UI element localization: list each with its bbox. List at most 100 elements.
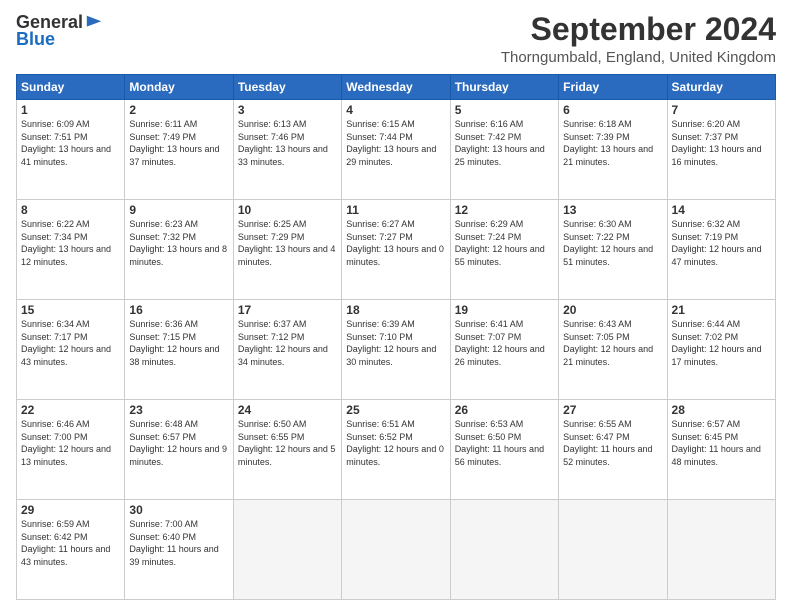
- calendar-cell: 10Sunrise: 6:25 AMSunset: 7:29 PMDayligh…: [233, 200, 341, 300]
- calendar-cell: [667, 500, 775, 600]
- calendar-cell: [342, 500, 450, 600]
- day-number: 2: [129, 103, 228, 117]
- day-number: 3: [238, 103, 337, 117]
- day-info: Sunrise: 6:53 AMSunset: 6:50 PMDaylight:…: [455, 418, 554, 468]
- day-info: Sunrise: 6:46 AMSunset: 7:00 PMDaylight:…: [21, 418, 120, 468]
- calendar-cell: 26Sunrise: 6:53 AMSunset: 6:50 PMDayligh…: [450, 400, 558, 500]
- calendar-cell: 29Sunrise: 6:59 AMSunset: 6:42 PMDayligh…: [17, 500, 125, 600]
- day-info: Sunrise: 7:00 AMSunset: 6:40 PMDaylight:…: [129, 518, 228, 568]
- day-number: 15: [21, 303, 120, 317]
- day-info: Sunrise: 6:25 AMSunset: 7:29 PMDaylight:…: [238, 218, 337, 268]
- calendar-cell: 8Sunrise: 6:22 AMSunset: 7:34 PMDaylight…: [17, 200, 125, 300]
- day-header-monday: Monday: [125, 75, 233, 100]
- day-header-sunday: Sunday: [17, 75, 125, 100]
- day-info: Sunrise: 6:16 AMSunset: 7:42 PMDaylight:…: [455, 118, 554, 168]
- page: General Blue September 2024 Thorngumbald…: [0, 0, 792, 612]
- calendar-cell: 9Sunrise: 6:23 AMSunset: 7:32 PMDaylight…: [125, 200, 233, 300]
- logo: General Blue: [16, 12, 103, 50]
- day-info: Sunrise: 6:23 AMSunset: 7:32 PMDaylight:…: [129, 218, 228, 268]
- location: Thorngumbald, England, United Kingdom: [501, 49, 776, 66]
- day-info: Sunrise: 6:09 AMSunset: 7:51 PMDaylight:…: [21, 118, 120, 168]
- calendar-week-row: 29Sunrise: 6:59 AMSunset: 6:42 PMDayligh…: [17, 500, 776, 600]
- calendar-table: SundayMondayTuesdayWednesdayThursdayFrid…: [16, 74, 776, 600]
- calendar-cell: 15Sunrise: 6:34 AMSunset: 7:17 PMDayligh…: [17, 300, 125, 400]
- day-info: Sunrise: 6:15 AMSunset: 7:44 PMDaylight:…: [346, 118, 445, 168]
- day-info: Sunrise: 6:39 AMSunset: 7:10 PMDaylight:…: [346, 318, 445, 368]
- calendar-cell: 6Sunrise: 6:18 AMSunset: 7:39 PMDaylight…: [559, 100, 667, 200]
- calendar-cell: 14Sunrise: 6:32 AMSunset: 7:19 PMDayligh…: [667, 200, 775, 300]
- day-header-friday: Friday: [559, 75, 667, 100]
- day-number: 23: [129, 403, 228, 417]
- day-number: 9: [129, 203, 228, 217]
- day-info: Sunrise: 6:36 AMSunset: 7:15 PMDaylight:…: [129, 318, 228, 368]
- day-info: Sunrise: 6:43 AMSunset: 7:05 PMDaylight:…: [563, 318, 662, 368]
- day-number: 5: [455, 103, 554, 117]
- day-number: 20: [563, 303, 662, 317]
- day-info: Sunrise: 6:37 AMSunset: 7:12 PMDaylight:…: [238, 318, 337, 368]
- logo-blue-text: Blue: [16, 29, 55, 50]
- calendar-cell: 19Sunrise: 6:41 AMSunset: 7:07 PMDayligh…: [450, 300, 558, 400]
- logo-flag-icon: [85, 14, 103, 32]
- calendar-cell: 18Sunrise: 6:39 AMSunset: 7:10 PMDayligh…: [342, 300, 450, 400]
- day-header-thursday: Thursday: [450, 75, 558, 100]
- calendar-cell: 13Sunrise: 6:30 AMSunset: 7:22 PMDayligh…: [559, 200, 667, 300]
- calendar-cell: [233, 500, 341, 600]
- day-info: Sunrise: 6:51 AMSunset: 6:52 PMDaylight:…: [346, 418, 445, 468]
- day-info: Sunrise: 6:50 AMSunset: 6:55 PMDaylight:…: [238, 418, 337, 468]
- month-title: September 2024: [501, 12, 776, 47]
- day-number: 1: [21, 103, 120, 117]
- day-number: 21: [672, 303, 771, 317]
- day-number: 16: [129, 303, 228, 317]
- day-number: 19: [455, 303, 554, 317]
- day-number: 28: [672, 403, 771, 417]
- calendar-cell: [450, 500, 558, 600]
- calendar-cell: 2Sunrise: 6:11 AMSunset: 7:49 PMDaylight…: [125, 100, 233, 200]
- day-info: Sunrise: 6:55 AMSunset: 6:47 PMDaylight:…: [563, 418, 662, 468]
- calendar-cell: 3Sunrise: 6:13 AMSunset: 7:46 PMDaylight…: [233, 100, 341, 200]
- day-number: 26: [455, 403, 554, 417]
- calendar-cell: 17Sunrise: 6:37 AMSunset: 7:12 PMDayligh…: [233, 300, 341, 400]
- day-info: Sunrise: 6:27 AMSunset: 7:27 PMDaylight:…: [346, 218, 445, 268]
- day-number: 29: [21, 503, 120, 517]
- day-number: 22: [21, 403, 120, 417]
- calendar-cell: 16Sunrise: 6:36 AMSunset: 7:15 PMDayligh…: [125, 300, 233, 400]
- calendar-cell: 28Sunrise: 6:57 AMSunset: 6:45 PMDayligh…: [667, 400, 775, 500]
- calendar-cell: [559, 500, 667, 600]
- calendar-cell: 25Sunrise: 6:51 AMSunset: 6:52 PMDayligh…: [342, 400, 450, 500]
- day-info: Sunrise: 6:30 AMSunset: 7:22 PMDaylight:…: [563, 218, 662, 268]
- calendar-week-row: 1Sunrise: 6:09 AMSunset: 7:51 PMDaylight…: [17, 100, 776, 200]
- header: General Blue September 2024 Thorngumbald…: [16, 12, 776, 66]
- calendar-cell: 5Sunrise: 6:16 AMSunset: 7:42 PMDaylight…: [450, 100, 558, 200]
- day-header-tuesday: Tuesday: [233, 75, 341, 100]
- day-number: 17: [238, 303, 337, 317]
- day-info: Sunrise: 6:22 AMSunset: 7:34 PMDaylight:…: [21, 218, 120, 268]
- day-number: 25: [346, 403, 445, 417]
- day-info: Sunrise: 6:44 AMSunset: 7:02 PMDaylight:…: [672, 318, 771, 368]
- day-number: 11: [346, 203, 445, 217]
- calendar-week-row: 15Sunrise: 6:34 AMSunset: 7:17 PMDayligh…: [17, 300, 776, 400]
- calendar-week-row: 22Sunrise: 6:46 AMSunset: 7:00 PMDayligh…: [17, 400, 776, 500]
- calendar-cell: 23Sunrise: 6:48 AMSunset: 6:57 PMDayligh…: [125, 400, 233, 500]
- calendar-cell: 1Sunrise: 6:09 AMSunset: 7:51 PMDaylight…: [17, 100, 125, 200]
- day-info: Sunrise: 6:48 AMSunset: 6:57 PMDaylight:…: [129, 418, 228, 468]
- calendar-cell: 11Sunrise: 6:27 AMSunset: 7:27 PMDayligh…: [342, 200, 450, 300]
- day-number: 7: [672, 103, 771, 117]
- day-info: Sunrise: 6:13 AMSunset: 7:46 PMDaylight:…: [238, 118, 337, 168]
- calendar-header-row: SundayMondayTuesdayWednesdayThursdayFrid…: [17, 75, 776, 100]
- day-number: 18: [346, 303, 445, 317]
- day-info: Sunrise: 6:32 AMSunset: 7:19 PMDaylight:…: [672, 218, 771, 268]
- day-info: Sunrise: 6:11 AMSunset: 7:49 PMDaylight:…: [129, 118, 228, 168]
- calendar-cell: 21Sunrise: 6:44 AMSunset: 7:02 PMDayligh…: [667, 300, 775, 400]
- day-info: Sunrise: 6:59 AMSunset: 6:42 PMDaylight:…: [21, 518, 120, 568]
- day-number: 4: [346, 103, 445, 117]
- title-section: September 2024 Thorngumbald, England, Un…: [501, 12, 776, 66]
- calendar-cell: 22Sunrise: 6:46 AMSunset: 7:00 PMDayligh…: [17, 400, 125, 500]
- day-info: Sunrise: 6:34 AMSunset: 7:17 PMDaylight:…: [21, 318, 120, 368]
- calendar-cell: 27Sunrise: 6:55 AMSunset: 6:47 PMDayligh…: [559, 400, 667, 500]
- day-number: 12: [455, 203, 554, 217]
- calendar-week-row: 8Sunrise: 6:22 AMSunset: 7:34 PMDaylight…: [17, 200, 776, 300]
- day-number: 13: [563, 203, 662, 217]
- day-number: 24: [238, 403, 337, 417]
- calendar-cell: 24Sunrise: 6:50 AMSunset: 6:55 PMDayligh…: [233, 400, 341, 500]
- day-number: 14: [672, 203, 771, 217]
